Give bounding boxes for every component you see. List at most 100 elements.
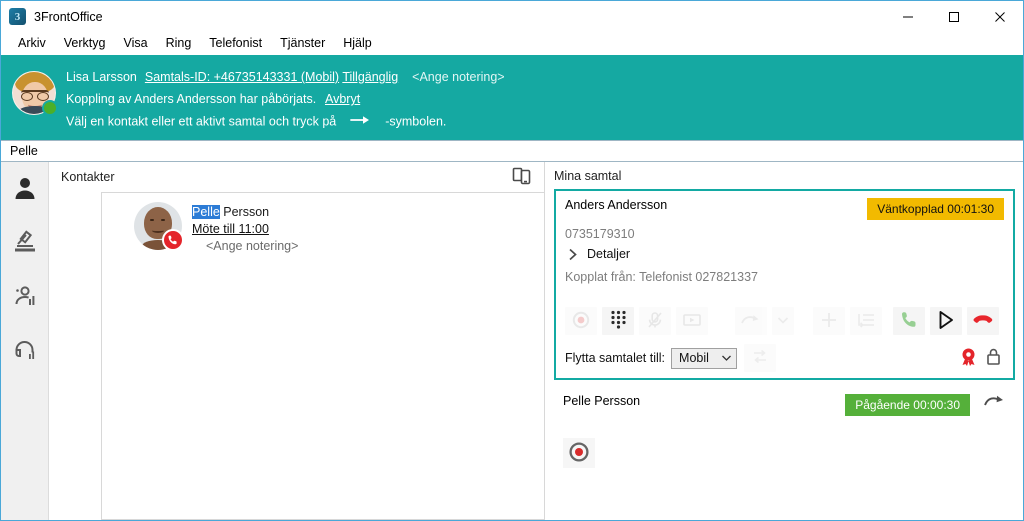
- record-button[interactable]: [565, 307, 597, 335]
- phone-green-icon: [900, 310, 919, 332]
- banner-presence-link[interactable]: Tillgänglig: [342, 70, 398, 84]
- call-transferred-from: Kopplat från: Telefonist 027821337: [565, 270, 758, 284]
- banner-hint-line: Välj en kontakt eller ett aktivt samtal …: [66, 110, 505, 134]
- status-badge: Väntkopplad 00:01:30: [867, 198, 1004, 220]
- menu-item-visa[interactable]: Visa: [114, 32, 156, 55]
- application-window: 3FrontOffice Arkiv Verktyg Visa Ring Tel…: [0, 0, 1024, 521]
- list-item[interactable]: Pelle Persson Möte till 11:00 <Ange note…: [102, 193, 544, 264]
- record-icon: [572, 311, 590, 332]
- banner-status-text: Koppling av Anders Andersson har påbörja…: [66, 92, 317, 106]
- banner-text-block: Lisa Larsson Samtals-ID: +46735143331 (Mo…: [66, 63, 505, 134]
- list-arrow-icon: [857, 312, 875, 331]
- call-card-held[interactable]: Anders Andersson Väntkopplad 00:01:30 07…: [554, 189, 1015, 380]
- group-stats-icon: [12, 283, 38, 312]
- banner-call-id-link[interactable]: Samtals-ID: +46735143331 (Mobil): [145, 70, 339, 84]
- menu-item-tjanster[interactable]: Tjänster: [271, 32, 334, 55]
- contacts-panel: Kontakter Pelle Persson Möte till 11:00 …: [49, 162, 544, 520]
- my-calls-title: Mina samtal: [554, 168, 622, 183]
- call-party-name: Anders Andersson: [565, 198, 668, 212]
- move-call-icon: [751, 349, 769, 368]
- banner-cancel-link[interactable]: Avbryt: [325, 92, 360, 106]
- app-logo-icon: [9, 8, 26, 25]
- search-input[interactable]: [10, 144, 1023, 158]
- phone-hangup-red-icon: [972, 312, 994, 331]
- chevron-down-icon: [777, 314, 789, 328]
- window-controls: [885, 1, 1023, 32]
- move-call-row: Flytta samtalet till: Mobil: [565, 344, 1004, 372]
- mic-muted-icon: [646, 311, 664, 332]
- move-call-apply-button[interactable]: [743, 344, 776, 372]
- status-badge: Pågående 00:00:30: [845, 394, 970, 416]
- sidebar-item-contacts[interactable]: [4, 170, 45, 208]
- banner-status-line: Koppling av Anders Andersson har påbörja…: [66, 88, 505, 110]
- transfer-menu-button[interactable]: [772, 307, 794, 335]
- person-icon: [12, 175, 38, 204]
- status-banner: Lisa Larsson Samtals-ID: +46735143331 (Mo…: [1, 55, 1023, 140]
- answer-button[interactable]: [893, 307, 925, 335]
- maximize-button[interactable]: [931, 1, 977, 32]
- window-title: 3FrontOffice: [34, 9, 103, 24]
- contacts-list[interactable]: Pelle Persson Möte till 11:00 <Ange note…: [101, 192, 544, 520]
- queue-button[interactable]: [850, 307, 882, 335]
- call-header: Pelle Persson Pågående 00:00:30: [563, 394, 1006, 416]
- video-button[interactable]: [676, 307, 708, 335]
- contacts-header: Kontakter: [49, 162, 544, 192]
- banner-identity-line: Lisa Larsson Samtals-ID: +46735143331 (Mo…: [66, 66, 505, 88]
- contact-note[interactable]: <Ange notering>: [192, 238, 298, 255]
- banner-hint-pre: Välj en kontakt eller ett aktivt samtal …: [66, 114, 337, 129]
- banner-hint-post: -symbolen.: [385, 114, 447, 129]
- call-number: 0735179310: [565, 227, 635, 241]
- contacts-title: Kontakter: [61, 170, 115, 184]
- record-button[interactable]: [563, 438, 595, 468]
- contact-name: Pelle Persson: [192, 204, 298, 221]
- banner-note-placeholder[interactable]: <Ange notering>: [412, 70, 504, 84]
- forward-arrow-icon[interactable]: [984, 394, 1006, 409]
- banner-user-name: Lisa Larsson: [66, 70, 137, 84]
- dialpad-button[interactable]: [602, 307, 634, 335]
- mute-button[interactable]: [639, 307, 671, 335]
- transfer-button[interactable]: [735, 307, 767, 335]
- chevron-right-icon: [568, 248, 578, 261]
- call-controls: [565, 307, 1004, 335]
- menu-item-hjalp[interactable]: Hjälp: [334, 32, 381, 55]
- move-call-label: Flytta samtalet till:: [565, 351, 666, 365]
- device-switch-icon[interactable]: [512, 167, 532, 188]
- menu-item-ring[interactable]: Ring: [157, 32, 201, 55]
- hangup-button[interactable]: [967, 307, 999, 335]
- gavel-queue-icon: [12, 229, 38, 258]
- search-bar[interactable]: [1, 140, 1023, 162]
- move-call-select[interactable]: Mobil: [671, 347, 737, 369]
- presence-indicator: [42, 100, 58, 116]
- details-expander[interactable]: Detaljer: [565, 247, 1004, 261]
- sidebar-item-agent-statistics[interactable]: [5, 332, 45, 370]
- call-status-icons: [960, 348, 1004, 369]
- lock-icon: [986, 348, 1001, 368]
- details-label: Detaljer: [587, 247, 631, 261]
- sidebar-item-queues[interactable]: [5, 224, 45, 262]
- add-call-button[interactable]: [813, 307, 845, 335]
- user-avatar[interactable]: [12, 71, 58, 116]
- sidebar-item-group-statistics[interactable]: [5, 278, 45, 316]
- minimize-button[interactable]: [885, 1, 931, 32]
- menu-item-telefonist[interactable]: Telefonist: [200, 32, 271, 55]
- avatar: [134, 202, 184, 251]
- my-calls-panel: Mina samtal Anders Andersson Väntkopplad…: [544, 162, 1023, 520]
- call-card-active[interactable]: Pelle Persson Pågående 00:00:30: [554, 385, 1015, 468]
- main-body: Kontakter Pelle Persson Möte till 11:00 …: [1, 162, 1023, 520]
- contact-name-highlight: Pelle: [192, 205, 220, 219]
- headset-stats-icon: [12, 337, 38, 366]
- title-bar: 3FrontOffice: [1, 1, 1023, 32]
- close-button[interactable]: [977, 1, 1023, 32]
- video-icon: [683, 313, 701, 330]
- call-party-name: Pelle Persson: [563, 394, 641, 408]
- contact-status[interactable]: Möte till 11:00: [192, 221, 298, 238]
- move-call-value: Mobil: [679, 351, 709, 365]
- resume-button[interactable]: [930, 307, 962, 335]
- menu-item-verktyg[interactable]: Verktyg: [55, 32, 115, 55]
- play-icon: [937, 310, 955, 333]
- dialpad-icon: [610, 310, 627, 332]
- sidebar-rail: [1, 162, 49, 520]
- vip-rosette-icon: [960, 348, 977, 369]
- contact-name-rest: Persson: [219, 205, 270, 219]
- menu-item-arkiv[interactable]: Arkiv: [9, 32, 55, 55]
